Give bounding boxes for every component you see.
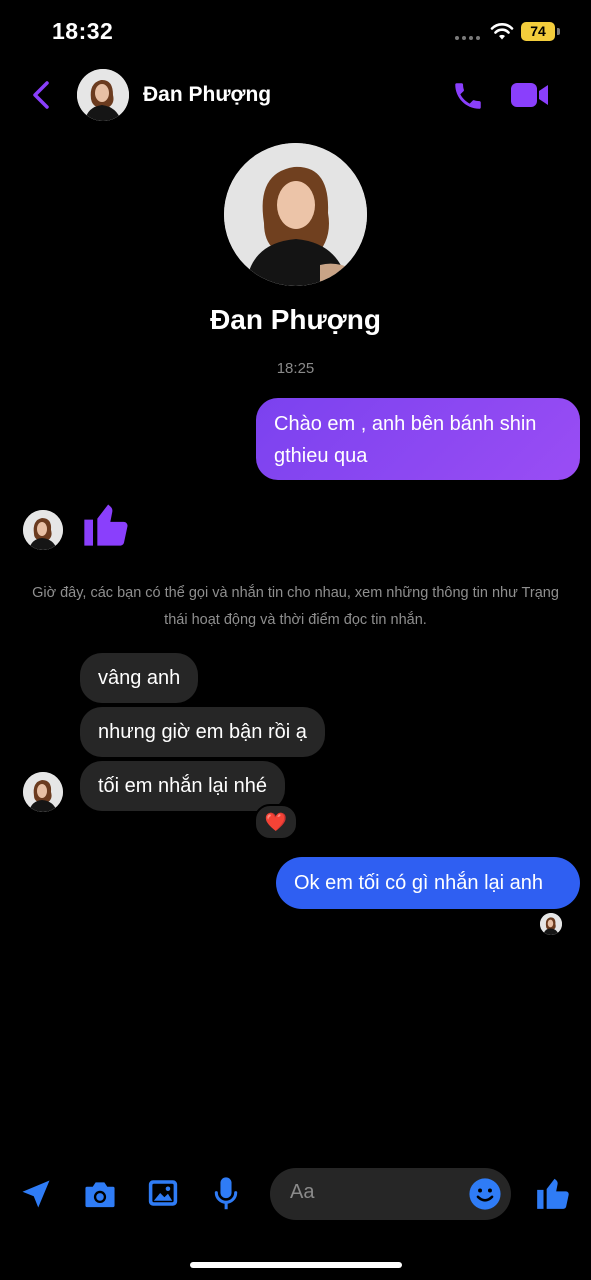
gallery-icon[interactable] — [146, 1177, 180, 1209]
profile-name: Đan Phượng — [210, 304, 381, 335]
received-message-bubble[interactable]: nhưng giờ em bận rồi ạ — [80, 707, 325, 757]
video-call-icon[interactable] — [510, 80, 550, 110]
message-timestamp: 18:25 — [276, 360, 315, 377]
received-message-bubble[interactable]: tối em nhắn lại nhé — [80, 761, 286, 811]
thumbs-up-sticker-icon[interactable] — [80, 497, 132, 551]
sent-message-bubble[interactable]: Chào em , anh bên bánh shin gthieu qua — [256, 398, 580, 480]
contact-avatar-small — [23, 772, 63, 812]
thumbs-up-send-icon[interactable] — [534, 1174, 572, 1212]
received-message-bubble[interactable]: vâng anh — [80, 653, 199, 703]
phone-call-icon[interactable] — [451, 79, 485, 113]
wifi-icon — [490, 23, 514, 40]
message-input-placeholder: Aa — [290, 1181, 315, 1203]
connection-notice: Giờ đây, các bạn có thể gọi và nhắn tin … — [32, 585, 559, 628]
avatar-portrait-icon — [540, 913, 562, 935]
avatar-portrait-icon — [23, 510, 63, 550]
header-contact-name[interactable]: Đan Phượng — [143, 83, 271, 107]
signal-icon — [455, 36, 480, 40]
battery-nub — [557, 28, 560, 35]
back-chevron-icon[interactable] — [30, 80, 52, 110]
contact-avatar-small — [23, 510, 63, 550]
sent-message-bubble[interactable]: Ok em tối có gì nhắn lại anh — [276, 857, 580, 909]
microphone-icon[interactable] — [212, 1176, 240, 1212]
heart-reaction[interactable]: ❤️ — [254, 804, 298, 840]
battery-indicator: 74 — [521, 22, 555, 41]
home-indicator[interactable] — [190, 1262, 402, 1268]
profile-photo[interactable] — [224, 143, 367, 286]
emoji-icon[interactable] — [468, 1177, 502, 1211]
camera-icon[interactable] — [82, 1178, 118, 1210]
avatar-portrait-icon — [77, 69, 129, 121]
profile-portrait-icon — [224, 143, 367, 286]
seen-indicator-avatar — [540, 913, 562, 935]
location-arrow-icon[interactable] — [18, 1176, 54, 1212]
header-avatar[interactable] — [77, 69, 129, 121]
avatar-portrait-icon — [23, 772, 63, 812]
status-time: 18:32 — [52, 18, 114, 44]
